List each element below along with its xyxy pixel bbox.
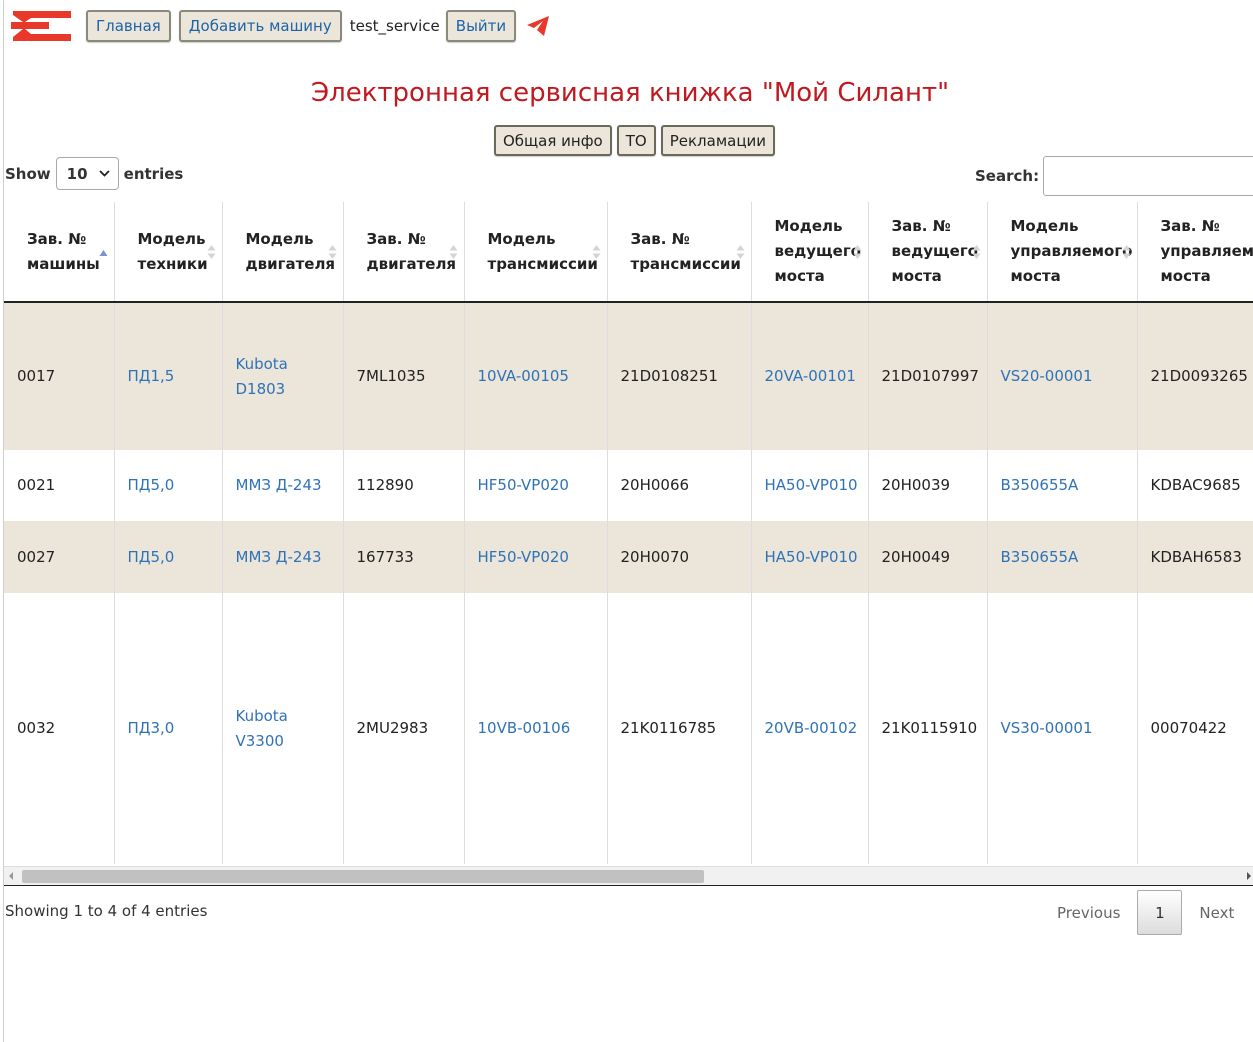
column-header-engine-model[interactable]: Модель двигателя bbox=[221, 202, 343, 303]
machines-table-container: Зав. № машины Модель техники Модель двиг… bbox=[4, 202, 1253, 866]
table-row: 0027 ПД5,0 ММЗ Д-243 167733 HF50-VP020 2… bbox=[4, 521, 1253, 593]
cell-engine-number: 112890 bbox=[342, 450, 464, 521]
drive-axle-model-link[interactable]: HA50-VP010 bbox=[765, 476, 858, 494]
top-navigation: Главная Добавить машину test_service Вый… bbox=[9, 9, 550, 43]
section-tabs: Общая инфо ТО Рекламации bbox=[494, 125, 780, 156]
steering-axle-model-link[interactable]: VS20-00001 bbox=[1001, 367, 1093, 385]
steering-axle-model-link[interactable]: B350655A bbox=[1001, 476, 1079, 494]
show-label: Show bbox=[5, 164, 51, 183]
entries-label: entries bbox=[123, 164, 184, 183]
machine-model-link[interactable]: ПД5,0 bbox=[128, 548, 175, 566]
tab-claims[interactable]: Рекламации bbox=[660, 125, 776, 156]
scrollbar-thumb[interactable] bbox=[22, 870, 704, 883]
sort-icon bbox=[449, 244, 457, 259]
column-header-transmission-model[interactable]: Модель трансмиссии bbox=[463, 202, 607, 303]
sort-icon bbox=[328, 244, 336, 259]
cell-drive-axle-number: 21K0115910 bbox=[867, 593, 987, 864]
cell-machine-number: 0032 bbox=[4, 593, 114, 864]
cell-engine-number: 167733 bbox=[342, 521, 464, 593]
home-button[interactable]: Главная bbox=[86, 10, 171, 42]
column-header-engine-number[interactable]: Зав. № двигателя bbox=[342, 202, 464, 303]
scroll-right-arrow-icon[interactable] bbox=[1247, 872, 1251, 880]
entries-length-control: Show 10 entries bbox=[5, 157, 183, 190]
next-page-button[interactable]: Next bbox=[1182, 904, 1251, 922]
sort-icon bbox=[736, 244, 744, 259]
previous-page-button[interactable]: Previous bbox=[1040, 904, 1137, 922]
engine-model-link[interactable]: ММЗ Д-243 bbox=[236, 476, 322, 494]
transmission-model-link[interactable]: HF50-VP020 bbox=[478, 476, 569, 494]
entries-select[interactable]: 10 bbox=[55, 157, 119, 190]
column-header-steering-axle-number[interactable]: Зав. № управляемого моста bbox=[1136, 202, 1253, 303]
drive-axle-model-link[interactable]: HA50-VP010 bbox=[765, 548, 858, 566]
cell-steering-axle-number: KDBAC9685 bbox=[1136, 450, 1253, 521]
machines-table: Зав. № машины Модель техники Модель двиг… bbox=[4, 202, 1253, 864]
cell-machine-number: 0017 bbox=[4, 302, 114, 450]
drive-axle-model-link[interactable]: 20VB-00102 bbox=[765, 719, 858, 737]
transmission-model-link[interactable]: HF50-VP020 bbox=[478, 548, 569, 566]
cell-steering-axle-number: KDBAH6583 bbox=[1136, 521, 1253, 593]
cell-engine-number: 7ML1035 bbox=[342, 302, 464, 450]
logout-button[interactable]: Выйти bbox=[445, 10, 517, 42]
column-header-steering-axle-model[interactable]: Модель управляемого моста bbox=[986, 202, 1137, 303]
column-header-machine-number[interactable]: Зав. № машины bbox=[4, 202, 114, 303]
sort-icon bbox=[853, 244, 861, 259]
table-header-row: Зав. № машины Модель техники Модель двиг… bbox=[4, 202, 1253, 303]
entries-select-value: 10 bbox=[66, 164, 88, 183]
column-header-transmission-number[interactable]: Зав. № трансмиссии bbox=[606, 202, 751, 303]
tab-maintenance[interactable]: ТО bbox=[616, 125, 656, 156]
column-header-drive-axle-number[interactable]: Зав. № ведущего моста bbox=[867, 202, 987, 303]
table-row: 0032 ПД3,0 Kubota V3300 2MU2983 10VB-001… bbox=[4, 593, 1253, 864]
cell-transmission-number: 20H0066 bbox=[606, 450, 751, 521]
silant-logo[interactable] bbox=[9, 9, 73, 43]
cell-machine-number: 0021 bbox=[4, 450, 114, 521]
cell-engine-number: 2MU2983 bbox=[342, 593, 464, 864]
tab-general-info[interactable]: Общая инфо bbox=[494, 125, 612, 156]
cell-drive-axle-number: 20H0039 bbox=[867, 450, 987, 521]
machine-model-link[interactable]: ПД1,5 bbox=[128, 367, 175, 385]
steering-axle-model-link[interactable]: B350655A bbox=[1001, 548, 1079, 566]
horizontal-scrollbar[interactable] bbox=[4, 866, 1253, 885]
page-title: Электронная сервисная книжка "Мой Силант… bbox=[310, 78, 950, 108]
transmission-model-link[interactable]: 10VA-00105 bbox=[478, 367, 569, 385]
sort-icon bbox=[1122, 244, 1130, 259]
engine-model-link[interactable]: Kubota D1803 bbox=[236, 355, 288, 398]
cell-transmission-number: 20H0070 bbox=[606, 521, 751, 593]
scroll-left-arrow-icon[interactable] bbox=[9, 872, 13, 880]
engine-model-link[interactable]: Kubota V3300 bbox=[236, 707, 288, 750]
search-label: Search: bbox=[975, 167, 1040, 185]
cell-machine-number: 0027 bbox=[4, 521, 114, 593]
table-row: 0021 ПД5,0 ММЗ Д-243 112890 HF50-VP020 2… bbox=[4, 450, 1253, 521]
search-input[interactable] bbox=[1043, 156, 1253, 196]
sort-icon bbox=[207, 244, 215, 259]
add-machine-button[interactable]: Добавить машину bbox=[178, 10, 342, 42]
username-label: test_service bbox=[349, 17, 440, 35]
chevron-down-icon bbox=[99, 170, 110, 177]
pagination: Previous 1 Next bbox=[1040, 890, 1251, 935]
cell-transmission-number: 21K0116785 bbox=[606, 593, 751, 864]
machine-model-link[interactable]: ПД5,0 bbox=[128, 476, 175, 494]
cell-steering-axle-number: 00070422 bbox=[1136, 593, 1253, 864]
column-header-drive-axle-model[interactable]: Модель ведущего моста bbox=[750, 202, 868, 303]
engine-model-link[interactable]: ММЗ Д-243 bbox=[236, 548, 322, 566]
steering-axle-model-link[interactable]: VS30-00001 bbox=[1001, 719, 1093, 737]
search-control: Search: bbox=[975, 156, 1253, 196]
table-bottom-border bbox=[4, 885, 1253, 886]
cell-drive-axle-number: 21D0107997 bbox=[867, 302, 987, 450]
cell-steering-axle-number: 21D0093265 bbox=[1136, 302, 1253, 450]
sort-icon bbox=[592, 244, 600, 259]
sort-icon bbox=[972, 244, 980, 259]
cell-transmission-number: 21D0108251 bbox=[606, 302, 751, 450]
table-row: 0017 ПД1,5 Kubota D1803 7ML1035 10VA-001… bbox=[4, 302, 1253, 450]
sort-ascending-icon bbox=[99, 249, 107, 256]
transmission-model-link[interactable]: 10VB-00106 bbox=[478, 719, 571, 737]
drive-axle-model-link[interactable]: 20VA-00101 bbox=[765, 367, 856, 385]
column-header-machine-model[interactable]: Модель техники bbox=[113, 202, 222, 303]
telegram-icon[interactable] bbox=[526, 15, 550, 37]
cell-drive-axle-number: 20H0049 bbox=[867, 521, 987, 593]
machine-model-link[interactable]: ПД3,0 bbox=[128, 719, 175, 737]
table-info: Showing 1 to 4 of 4 entries bbox=[5, 902, 208, 920]
page-1-button[interactable]: 1 bbox=[1137, 890, 1183, 935]
